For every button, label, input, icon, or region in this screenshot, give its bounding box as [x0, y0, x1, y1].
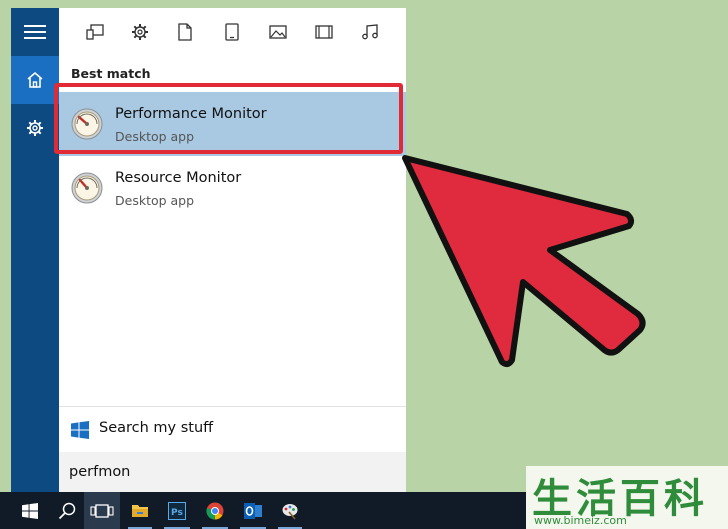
menu-button[interactable] [11, 8, 59, 56]
search-box[interactable] [59, 452, 406, 492]
filter-documents[interactable] [173, 20, 197, 44]
search-input[interactable] [69, 460, 389, 484]
chrome-icon [206, 502, 224, 519]
search-icon [58, 502, 76, 519]
settings-button[interactable] [11, 104, 59, 152]
filter-bar [59, 8, 406, 58]
outlook-button[interactable] [236, 492, 270, 529]
resource-monitor-icon [71, 172, 103, 204]
chrome-button[interactable] [198, 492, 232, 529]
start-menu-rail [11, 8, 59, 492]
result-title: Resource Monitor [115, 170, 242, 186]
filter-photos[interactable] [266, 20, 290, 44]
music-icon [362, 24, 378, 40]
gear-icon [27, 120, 43, 136]
file-explorer-icon [132, 505, 148, 517]
settings-icon [132, 24, 148, 40]
videos-icon [315, 25, 333, 39]
task-view-icon [90, 503, 114, 518]
windows-start-icon [22, 502, 38, 519]
watermark-url: www.bimeiz.com [534, 514, 627, 527]
start-button[interactable] [10, 492, 50, 529]
result-resource-monitor[interactable]: Resource Monitor Desktop app [59, 156, 406, 220]
filter-videos[interactable] [312, 20, 336, 44]
documents-icon [178, 23, 192, 41]
home-icon [27, 71, 43, 88]
search-my-stuff-label: Search my stuff [99, 420, 214, 436]
filter-tablet[interactable] [220, 20, 244, 44]
svg-text:Ps: Ps [171, 508, 183, 518]
photoshop-button[interactable]: Ps [160, 492, 194, 529]
file-explorer-button[interactable] [124, 492, 156, 529]
hamburger-icon [24, 25, 46, 39]
best-match-heading: Best match [71, 66, 151, 81]
photoshop-icon: Ps [168, 501, 186, 520]
filter-music[interactable] [358, 20, 382, 44]
task-view-button[interactable] [84, 492, 120, 529]
apps-icon [86, 24, 104, 40]
search-taskbar-button[interactable] [50, 492, 84, 529]
highlight-box [54, 83, 403, 154]
watermark: 生活百科 www.bimeiz.com [526, 466, 728, 529]
outlook-icon [244, 502, 262, 519]
paint-icon [282, 503, 298, 520]
windows-logo-icon [71, 421, 89, 439]
home-button[interactable] [11, 56, 59, 104]
search-my-stuff-button[interactable]: Search my stuff [59, 406, 406, 453]
annotation-arrow [402, 155, 646, 368]
paint-button[interactable] [274, 492, 306, 529]
result-subtitle: Desktop app [115, 193, 195, 208]
filter-settings[interactable] [128, 20, 152, 44]
tablet-icon [225, 23, 239, 41]
photos-icon [269, 25, 287, 39]
search-panel: Best match Performance Monitor Desktop a… [59, 8, 406, 492]
filter-apps[interactable] [83, 20, 107, 44]
